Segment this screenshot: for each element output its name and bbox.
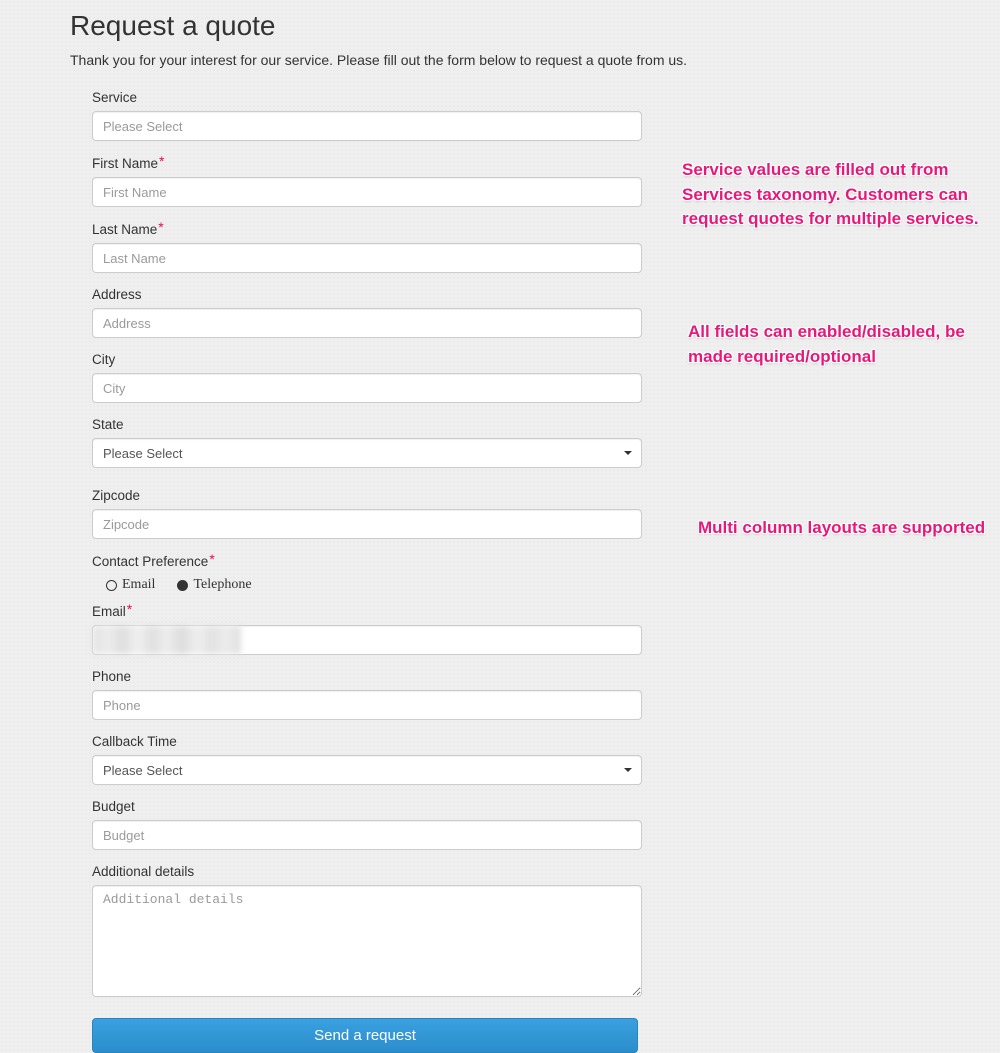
email-input[interactable] xyxy=(92,625,642,655)
first-name-input[interactable] xyxy=(92,177,642,207)
state-select[interactable]: Please Select xyxy=(92,438,642,468)
radio-icon xyxy=(106,580,117,591)
quote-form: Service First Name* Last Name* Address C… xyxy=(92,90,662,1053)
zipcode-input[interactable] xyxy=(92,509,642,539)
zipcode-label: Zipcode xyxy=(92,488,662,503)
phone-input[interactable] xyxy=(92,690,642,720)
first-name-label: First Name* xyxy=(92,155,662,171)
required-icon: * xyxy=(159,153,164,169)
budget-label: Budget xyxy=(92,799,662,814)
required-icon: * xyxy=(158,219,163,235)
phone-label: Phone xyxy=(92,669,662,684)
city-label: City xyxy=(92,352,662,367)
budget-input[interactable] xyxy=(92,820,642,850)
city-input[interactable] xyxy=(92,373,642,403)
callback-time-select[interactable]: Please Select xyxy=(92,755,642,785)
address-label: Address xyxy=(92,287,662,302)
service-input[interactable] xyxy=(92,111,642,141)
address-input[interactable] xyxy=(92,308,642,338)
required-icon: * xyxy=(209,551,214,567)
radio-icon xyxy=(177,580,188,591)
additional-details-input[interactable] xyxy=(92,885,642,997)
service-label: Service xyxy=(92,90,662,105)
send-request-button[interactable]: Send a request xyxy=(92,1018,638,1053)
annotation-fields: All fields can enabled/disabled, be made… xyxy=(688,320,988,369)
additional-details-label: Additional details xyxy=(92,864,662,879)
last-name-label: Last Name* xyxy=(92,221,662,237)
page-subtext: Thank you for your interest for our serv… xyxy=(70,52,1000,68)
annotation-services: Service values are filled out from Servi… xyxy=(682,158,982,232)
contact-pref-telephone-radio[interactable]: Telephone xyxy=(177,577,251,593)
last-name-input[interactable] xyxy=(92,243,642,273)
annotation-columns: Multi column layouts are supported xyxy=(698,516,998,541)
radio-label: Telephone xyxy=(193,577,251,593)
contact-pref-label: Contact Preference* xyxy=(92,553,662,569)
radio-label: Email xyxy=(122,577,155,593)
contact-pref-email-radio[interactable]: Email xyxy=(106,577,155,593)
callback-time-label: Callback Time xyxy=(92,734,662,749)
email-label: Email* xyxy=(92,603,662,619)
page-title: Request a quote xyxy=(70,10,1000,42)
required-icon: * xyxy=(127,601,132,617)
state-label: State xyxy=(92,417,662,432)
